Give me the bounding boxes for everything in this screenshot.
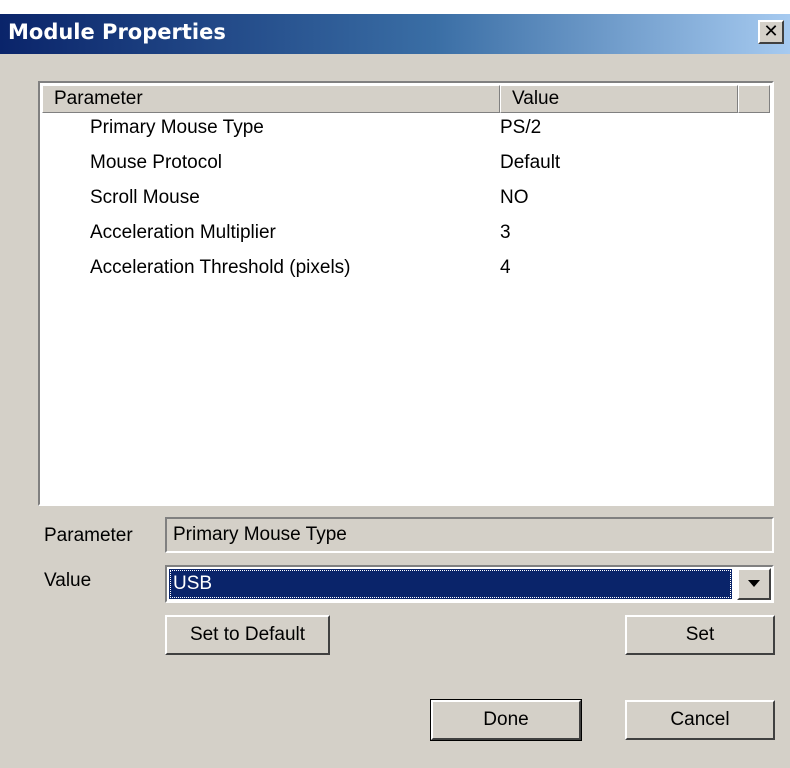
row-value: 3	[500, 222, 511, 243]
row-parameter: Primary Mouse Type	[90, 117, 264, 138]
chevron-down-icon[interactable]	[737, 568, 771, 600]
set-button[interactable]: Set	[625, 615, 775, 655]
list-row[interactable]: Acceleration Threshold (pixels) 4	[40, 255, 772, 290]
window-title: Module Properties	[8, 20, 226, 44]
set-to-default-button[interactable]: Set to Default	[165, 615, 330, 655]
list-row[interactable]: Scroll Mouse NO	[40, 185, 772, 220]
row-value: Default	[500, 152, 561, 173]
list-row[interactable]: Primary Mouse Type PS/2	[40, 115, 772, 150]
background-strip	[0, 0, 790, 14]
list-row[interactable]: Acceleration Multiplier 3	[40, 220, 772, 255]
list-header: Parameter Value	[42, 85, 770, 113]
close-icon: ✕	[763, 21, 779, 42]
row-parameter: Scroll Mouse	[90, 187, 200, 208]
list-rows: Primary Mouse Type PS/2 Mouse Protocol D…	[40, 115, 772, 290]
list-row[interactable]: Mouse Protocol Default	[40, 150, 772, 185]
row-value: 4	[500, 257, 511, 278]
parameter-field: Primary Mouse Type	[165, 517, 774, 553]
close-button[interactable]: ✕	[758, 20, 784, 44]
row-value: NO	[500, 187, 529, 208]
column-header-parameter[interactable]: Parameter	[42, 85, 500, 113]
cancel-button[interactable]: Cancel	[625, 700, 775, 740]
value-dropdown[interactable]: USB	[165, 565, 774, 603]
parameter-label: Parameter	[44, 525, 133, 546]
row-parameter: Mouse Protocol	[90, 152, 223, 173]
column-header-filler	[738, 85, 770, 113]
column-header-value[interactable]: Value	[500, 85, 738, 113]
done-button[interactable]: Done	[430, 699, 582, 741]
value-label: Value	[44, 570, 92, 591]
title-bar[interactable]: Module Properties ✕	[0, 14, 790, 54]
parameter-list[interactable]: Parameter Value Primary Mouse Type PS/2 …	[38, 81, 774, 506]
row-parameter: Acceleration Multiplier	[90, 222, 276, 243]
row-parameter: Acceleration Threshold (pixels)	[90, 257, 351, 278]
value-dropdown-selected[interactable]: USB	[169, 569, 732, 599]
row-value: PS/2	[500, 117, 542, 138]
